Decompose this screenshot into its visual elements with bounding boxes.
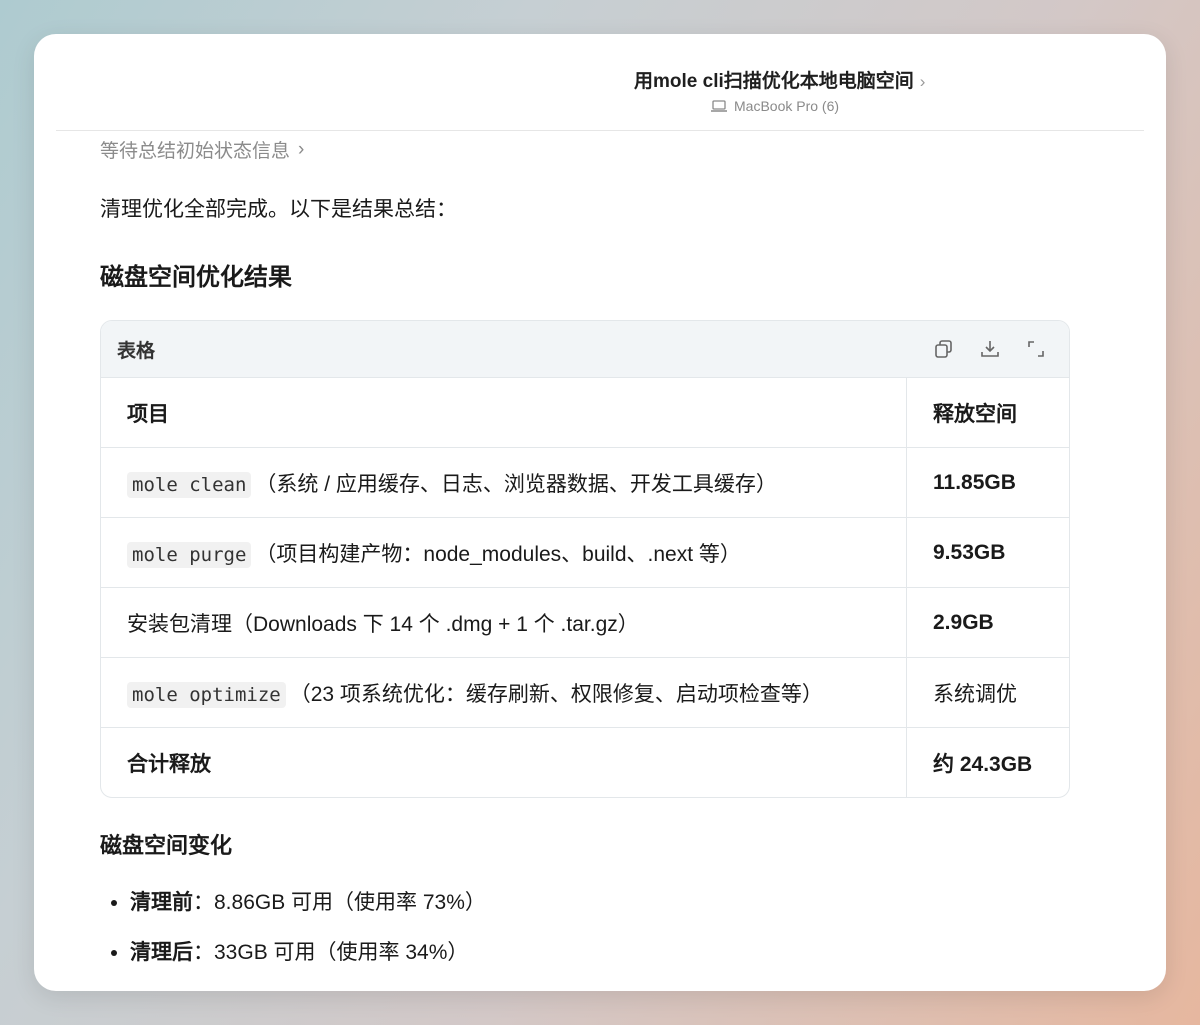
table-cell-value: 2.9GB — [906, 587, 1069, 658]
chevron-right-icon: › — [919, 72, 926, 91]
item-description: （项目构建产物：node_modules、build、.next 等） — [255, 542, 741, 566]
disk-change-list: 清理前：8.86GB 可用（使用率 73%） 清理后：33GB 可用（使用率 3… — [100, 886, 1070, 966]
copy-icon[interactable] — [933, 338, 955, 360]
disk-change-title: 磁盘空间变化 — [100, 833, 233, 858]
command-code: mole purge — [127, 541, 252, 568]
summary-link-label: 等待总结初始状态信息 — [100, 141, 291, 162]
device-name: MacBook Pro (6) — [734, 98, 840, 114]
section-title: 磁盘空间优化结果 — [100, 264, 292, 291]
results-table: 项目 释放空间 mole clean （系统 / 应用缓存、日志、浏览器数据、开发… — [101, 378, 1069, 797]
table-cell-item: mole purge （项目构建产物：node_modules、build、.ne… — [101, 517, 907, 588]
table-row: mole optimize （23 项系统优化：缓存刷新、权限修复、启动项检查等）… — [101, 657, 1069, 728]
list-item-label: 清理前 — [130, 891, 193, 914]
table-cell-item: mole clean （系统 / 应用缓存、日志、浏览器数据、开发工具缓存） — [101, 447, 907, 518]
table-cell-item: 安装包清理（Downloads 下 14 个 .dmg + 1 个 .tar.g… — [101, 587, 907, 658]
list-item-text: ：33GB 可用（使用率 34%） — [193, 941, 469, 964]
list-item: 清理前：8.86GB 可用（使用率 73%） — [130, 886, 1070, 916]
laptop-icon — [711, 100, 727, 112]
table-row: mole clean （系统 / 应用缓存、日志、浏览器数据、开发工具缓存） 11… — [101, 447, 1069, 518]
item-description: （23 项系统优化：缓存刷新、权限修复、启动项检查等） — [289, 682, 823, 706]
table-toolbar-actions — [933, 338, 1047, 360]
conversation-header: 用mole cli扫描优化本地电脑空间 › MacBook Pro (6) — [34, 34, 1166, 130]
app-window: 用mole cli扫描优化本地电脑空间 › MacBook Pro (6) 等待总… — [34, 34, 1166, 991]
column-header-freed-space: 释放空间 — [906, 378, 1069, 448]
table-header-row: 项目 释放空间 — [101, 378, 1069, 448]
table-row: mole purge （项目构建产物：node_modules、build、.ne… — [101, 517, 1069, 588]
results-table-card: 表格 项目 释放空间 mole clean （系统 / 应用缓存、日志、浏览器数… — [100, 320, 1070, 798]
list-item-text: ：8.86GB 可用（使用率 73%） — [193, 891, 486, 914]
intro-text: 清理优化全部完成。以下是结果总结： — [100, 198, 457, 221]
table-cell-item: mole optimize （23 项系统优化：缓存刷新、权限修复、启动项检查等） — [101, 657, 907, 728]
table-cell-value: 系统调优 — [906, 657, 1069, 728]
header-divider — [56, 130, 1144, 131]
table-cell-total-value: 约 24.3GB — [906, 727, 1069, 797]
conversation-title[interactable]: 用mole cli扫描优化本地电脑空间 › — [634, 66, 925, 93]
device-label: MacBook Pro (6) — [710, 98, 839, 114]
command-code: mole clean — [127, 471, 252, 498]
expand-icon[interactable] — [1025, 338, 1047, 360]
table-cell-total-label: 合计释放 — [127, 752, 211, 776]
table-cell-value: 9.53GB — [906, 517, 1069, 588]
table-toolbar: 表格 — [101, 321, 1069, 378]
item-description: 安装包清理（Downloads 下 14 个 .dmg + 1 个 .tar.g… — [127, 612, 639, 636]
command-code: mole optimize — [127, 681, 286, 708]
table-row-total: 合计释放 约 24.3GB — [101, 727, 1069, 797]
table-toolbar-label: 表格 — [117, 340, 156, 362]
list-item: 清理后：33GB 可用（使用率 34%） — [130, 936, 1070, 966]
table-cell-value: 11.85GB — [906, 447, 1069, 518]
summary-link[interactable]: 等待总结初始状态信息 › — [100, 136, 1070, 163]
table-row: 安装包清理（Downloads 下 14 个 .dmg + 1 个 .tar.g… — [101, 587, 1069, 658]
list-item-label: 清理后 — [130, 941, 193, 964]
message-content: 等待总结初始状态信息 › 清理优化全部完成。以下是结果总结： 磁盘空间优化结果 … — [100, 132, 1070, 986]
download-icon[interactable] — [979, 338, 1001, 360]
item-description: （系统 / 应用缓存、日志、浏览器数据、开发工具缓存） — [255, 472, 777, 496]
chevron-right-icon: › — [298, 138, 305, 160]
column-header-item: 项目 — [101, 378, 907, 448]
conversation-title-text: 用mole cli扫描优化本地电脑空间 — [634, 71, 914, 92]
